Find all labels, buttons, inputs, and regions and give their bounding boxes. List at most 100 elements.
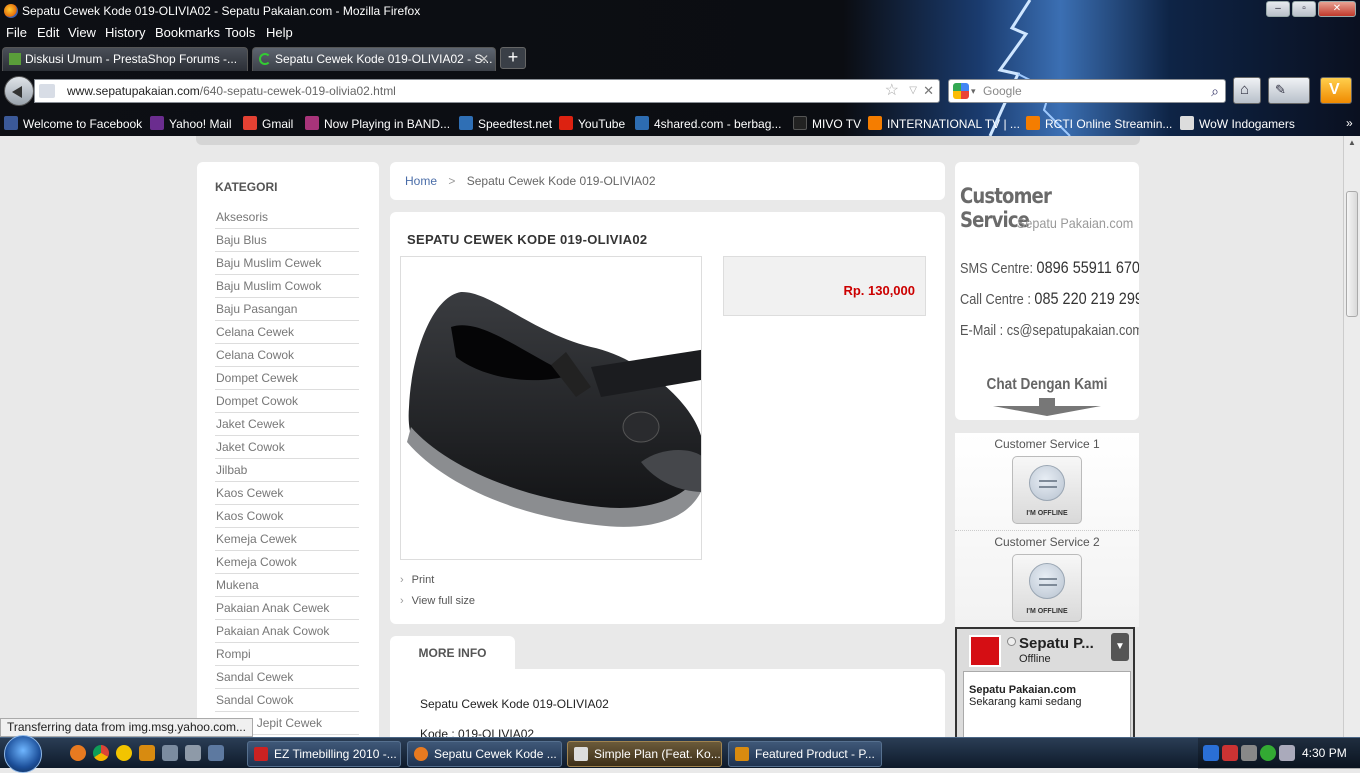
explorer-quicklaunch-icon[interactable] [162, 745, 178, 761]
home-button[interactable]: ⌂ [1233, 77, 1261, 104]
search-engine-dropdown-icon[interactable]: ▾ [971, 80, 976, 102]
cs-agent-2[interactable]: Customer Service 2 I'M OFFLINE [955, 530, 1139, 627]
tab-sepatu-cewek[interactable]: Sepatu Cewek Kode 019-OLIVIA02 - S... ✕ [252, 47, 496, 71]
messenger-widget[interactable]: Sepatu P... Offline ▼ Sepatu Pakaian.com… [955, 627, 1135, 737]
print-link[interactable]: › Print [400, 574, 475, 595]
minimize-button[interactable]: – [1266, 1, 1290, 17]
category-item[interactable]: Celana Cowok [215, 344, 359, 367]
category-item[interactable]: Baju Blus [215, 229, 359, 252]
scroll-up-icon[interactable]: ▲ [1348, 138, 1356, 147]
customer-service-panel: Customer Service Sepatu Pakaian.com SMS … [955, 162, 1139, 420]
close-tab-icon[interactable]: ✕ [479, 48, 489, 70]
offline-status-badge[interactable]: I'M OFFLINE [1012, 554, 1082, 622]
media-icon [574, 747, 588, 761]
bookmark-rcti[interactable]: RCTI Online Streamin... [1026, 116, 1172, 131]
bookmark-gmail[interactable]: Gmail [243, 116, 293, 131]
category-item[interactable]: Baju Pasangan [215, 298, 359, 321]
bookmark-youtube[interactable]: YouTube [559, 116, 625, 131]
category-item[interactable]: Sandal Cowok [215, 689, 359, 712]
category-item[interactable]: Jaket Cowok [215, 436, 359, 459]
close-window-button[interactable]: ✕ [1318, 1, 1356, 17]
bookmark-facebook[interactable]: Welcome to Facebook [4, 116, 142, 131]
taskbar-item-firefox[interactable]: Sepatu Cewek Kode ... [407, 741, 562, 767]
back-button[interactable] [4, 76, 34, 106]
category-item[interactable]: Baju Muslim Cowok [215, 275, 359, 298]
category-item[interactable]: Kaos Cowok [215, 505, 359, 528]
category-item[interactable]: Mukena [215, 574, 359, 597]
menu-tools[interactable]: Tools [225, 25, 255, 40]
chevron-down-icon[interactable]: ▼ [1111, 633, 1129, 661]
category-item[interactable]: Celana Cewek [215, 321, 359, 344]
category-item[interactable]: Kemeja Cewek [215, 528, 359, 551]
product-image[interactable] [400, 256, 702, 560]
cs-email-label: E-Mail : [960, 322, 1004, 339]
volume-icon[interactable] [1279, 745, 1295, 761]
maximize-button[interactable]: ▫ [1292, 1, 1316, 17]
category-item[interactable]: Baju Muslim Cewek [215, 252, 359, 275]
vertical-scrollbar[interactable]: ▲ [1343, 136, 1360, 737]
google-icon[interactable] [953, 83, 969, 99]
tray-icon[interactable] [1241, 745, 1257, 761]
app-quicklaunch-icon[interactable] [185, 745, 201, 761]
media-quicklaunch-icon[interactable] [139, 745, 155, 761]
menu-bookmarks[interactable]: Bookmarks [155, 25, 220, 40]
home-icon: ⌂ [1240, 81, 1250, 98]
clock[interactable]: 4:30 PM [1302, 746, 1347, 760]
bookmark-yahoo-mail[interactable]: Yahoo! Mail [150, 116, 231, 131]
menu-view[interactable]: View [68, 25, 96, 40]
category-item[interactable]: Dompet Cowok [215, 390, 359, 413]
menu-history[interactable]: History [105, 25, 145, 40]
site-identity-icon[interactable] [39, 84, 55, 98]
category-item[interactable]: Sandal Cewek [215, 666, 359, 689]
tray-icon[interactable] [1222, 745, 1238, 761]
category-item[interactable]: Jaket Cewek [215, 413, 359, 436]
category-item[interactable]: Pakaian Anak Cewek [215, 597, 359, 620]
category-item[interactable]: Kaos Cewek [215, 482, 359, 505]
tab-prestashop-forums[interactable]: Diskusi Umum - PrestaShop Forums -... [2, 47, 248, 71]
url-bar[interactable]: www.sepatupakaian.com/640-sepatu-cewek-0… [34, 79, 940, 103]
category-item[interactable]: Kemeja Cowok [215, 551, 359, 574]
chrome-quicklaunch-icon[interactable] [93, 745, 109, 761]
taskbar-item-simple-plan[interactable]: Simple Plan (Feat. Ko... [567, 741, 722, 767]
category-item[interactable]: Dompet Cewek [215, 367, 359, 390]
offline-status-badge[interactable]: I'M OFFLINE [1012, 456, 1082, 524]
bookmark-star-icon[interactable]: ☆ [885, 80, 899, 102]
taskbar-item-ez-timebilling[interactable]: EZ Timebilling 2010 -... [247, 741, 401, 767]
category-item[interactable]: Jilbab [215, 459, 359, 482]
tray-icon[interactable] [1203, 745, 1219, 761]
bookmark-now-playing[interactable]: Now Playing in BAND... [305, 116, 450, 131]
menu-edit[interactable]: Edit [37, 25, 59, 40]
scrollbar-thumb[interactable] [1346, 191, 1358, 317]
search-icon[interactable]: ⌕ [1211, 80, 1219, 102]
start-button[interactable] [4, 735, 42, 773]
history-dropdown-icon[interactable]: ▽ [909, 80, 917, 102]
bookmark-mivo-tv[interactable]: MIVO TV [793, 116, 861, 131]
tab-more-info[interactable]: MORE INFO [390, 636, 515, 672]
tools-button[interactable]: ✎ [1268, 77, 1310, 104]
category-item[interactable]: Rompi [215, 643, 359, 666]
category-item[interactable]: Pakaian Anak Cowok [215, 620, 359, 643]
desktop-quicklaunch-icon[interactable] [208, 745, 224, 761]
bookmarks-overflow-icon[interactable]: » [1346, 116, 1353, 130]
menu-help[interactable]: Help [266, 25, 293, 40]
messenger-quicklaunch-icon[interactable] [116, 745, 132, 761]
sleeping-face-icon [1029, 465, 1065, 501]
network-icon[interactable] [1260, 745, 1276, 761]
category-item[interactable]: Aksesoris [215, 206, 359, 229]
addon-button[interactable]: V [1320, 77, 1352, 104]
cs-agent-1[interactable]: Customer Service 1 I'M OFFLINE [955, 433, 1139, 530]
bookmark-4shared[interactable]: 4shared.com - berbag... [635, 116, 781, 131]
yahoo-icon [150, 116, 164, 130]
firefox-quicklaunch-icon[interactable] [70, 745, 86, 761]
stop-icon[interactable]: ✕ [923, 80, 934, 102]
product-price: Rp. 130,000 [843, 283, 915, 298]
taskbar-item-featured-product[interactable]: Featured Product - P... [728, 741, 882, 767]
new-tab-button[interactable]: + [500, 47, 526, 69]
menu-file[interactable]: File [6, 25, 27, 40]
breadcrumb-home-link[interactable]: Home [405, 174, 437, 188]
view-full-size-link[interactable]: › View full size [400, 595, 475, 616]
bookmark-wow-indogamers[interactable]: WoW Indogamers [1180, 116, 1295, 131]
bookmark-international-tv[interactable]: INTERNATIONAL TV | ... [868, 116, 1020, 131]
bookmark-speedtest[interactable]: Speedtest.net [459, 116, 552, 131]
search-bar[interactable]: ▾ Google ⌕ [948, 79, 1226, 103]
